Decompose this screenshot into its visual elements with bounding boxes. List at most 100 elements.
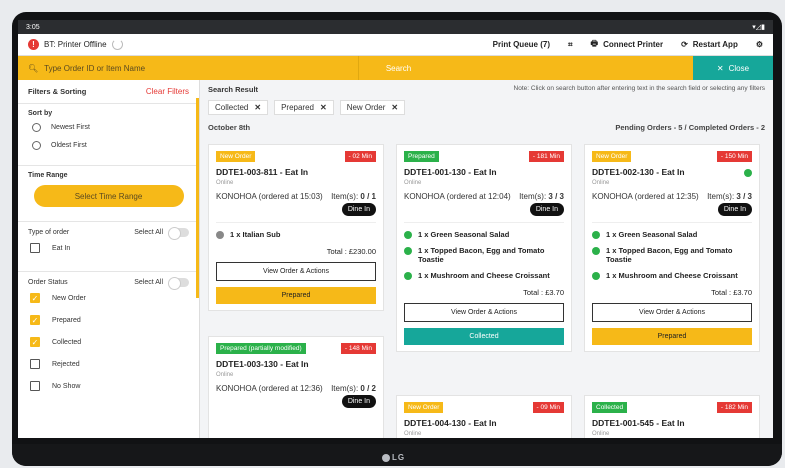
order-action-button[interactable]: Prepared (216, 287, 376, 304)
results-date-row: October 8th Pending Orders - 5 / Complet… (200, 121, 773, 134)
view-order-button[interactable]: View Order & Actions (216, 262, 376, 281)
check-circle-icon (216, 231, 224, 239)
printer-icon: 🖶 (590, 38, 599, 48)
time-range-section: Time Range Select Time Range (18, 165, 199, 221)
close-icon: ✕ (716, 63, 724, 73)
status-new-order-checkbox[interactable]: ✓ New Order (30, 293, 189, 303)
eat-in-checkbox[interactable]: Eat In (30, 243, 189, 253)
order-id: DDTE1-002-130 - Eat In (592, 167, 685, 177)
check-circle-icon (592, 272, 600, 280)
status-collected-checkbox[interactable]: ✓ Collected (30, 337, 189, 347)
printer-status: BT: Printer Offline (44, 40, 107, 49)
search-input[interactable]: 🔍︎ Type Order ID or Item Name (18, 56, 358, 80)
view-order-button[interactable]: View Order & Actions (592, 303, 752, 322)
customer-info: KONOHOA (ordered at 12:36) (216, 384, 323, 393)
select-time-range-button[interactable]: Select Time Range (33, 185, 184, 207)
print-queue-button[interactable]: Print Queue (7) (493, 40, 550, 49)
close-button[interactable]: ✕ Close (693, 56, 773, 80)
checkbox-checked-icon: ✓ (30, 315, 40, 325)
check-circle-icon (404, 231, 412, 239)
item-count-value: 0 / 2 (360, 384, 376, 393)
filters-header: Filters & Sorting Clear Filters (18, 80, 199, 103)
chip-close-icon[interactable]: ✕ (254, 103, 261, 112)
select-all-toggle[interactable] (168, 227, 189, 240)
dine-in-row: Dine In (216, 393, 376, 408)
eat-in-label: Eat In (52, 244, 71, 252)
chip-label: Collected (215, 103, 249, 112)
card-divider (404, 222, 564, 223)
order-card[interactable]: New Order - 02 Min DDTE1-003-811 - Eat I… (208, 144, 384, 311)
order-channel: Online (404, 431, 422, 437)
order-channel: Online (216, 180, 234, 186)
order-card[interactable]: Prepared (partially modified) - 148 Min … (208, 336, 384, 438)
status-badge: Prepared (404, 151, 439, 162)
filters-sidebar: Filters & Sorting Clear Filters Sort by … (18, 80, 200, 438)
settings-gear-icon[interactable]: ⚙ (756, 40, 763, 49)
check-circle-icon (404, 247, 412, 255)
app-header: ! BT: Printer Offline Print Queue (7) ⌗ … (18, 34, 773, 56)
order-card[interactable]: New Order - 150 Min DDTE1-002-130 - Eat … (584, 144, 760, 352)
item-count-label: Item(s): (331, 192, 359, 201)
customer-row: KONOHOA (ordered at 12:04) Item(s): 3 / … (404, 192, 564, 201)
brand-text: LG (392, 453, 406, 462)
card-badges: Collected - 182 Min (592, 402, 752, 413)
view-order-button[interactable]: View Order & Actions (404, 303, 564, 322)
order-card[interactable]: Collected - 182 Min DDTE1-001-545 - Eat … (584, 395, 760, 438)
chip-close-icon[interactable]: ✕ (391, 103, 398, 112)
customer-info: KONOHOA (ordered at 12:35) (592, 192, 699, 201)
scan-icon[interactable]: ⌗ (568, 40, 573, 50)
order-item: 1 x Green Seasonal Salad (404, 230, 564, 239)
restart-app-button[interactable]: ⟳ Restart App (681, 40, 738, 49)
item-count-value: 3 / 3 (548, 192, 564, 201)
chip-prepared[interactable]: Prepared ✕ (274, 100, 334, 115)
search-button[interactable]: Search (358, 56, 438, 80)
elapsed-time-badge: - 02 Min (344, 151, 376, 162)
radio-icon (32, 141, 41, 150)
dine-in-row: Dine In (592, 201, 752, 216)
sort-oldest-radio[interactable]: Oldest First (32, 141, 189, 150)
order-status-section: Order Status Select All ✓ New Order ✓ Prep… (18, 271, 199, 409)
brand-logo: LG (382, 453, 405, 462)
loading-spinner-icon (111, 39, 123, 50)
order-id: DDTE1-003-811 - Eat In (216, 167, 309, 177)
connect-printer-button[interactable]: 🖶 Connect Printer (591, 38, 664, 52)
select-all-toggle[interactable] (168, 277, 189, 290)
item-count-value: 0 / 1 (360, 192, 376, 201)
order-channel: Online (404, 180, 422, 186)
chip-new-order[interactable]: New Order ✕ (339, 100, 406, 115)
sort-newest-radio[interactable]: Newest First (32, 123, 189, 132)
chip-label: New Order (346, 103, 386, 112)
dine-in-badge: Dine In (529, 203, 564, 216)
item-count: Item(s): 3 / 3 (519, 192, 564, 201)
order-item-label: 1 x Topped Bacon, Egg and Tomato Toastie (606, 246, 733, 264)
status-rejected-checkbox[interactable]: Rejected (30, 359, 189, 369)
order-card[interactable]: Prepared - 181 Min DDTE1-001-130 - Eat I… (396, 144, 572, 352)
item-count-label: Item(s): (331, 384, 359, 393)
time-range-label: Time Range (28, 172, 68, 179)
status-no-show-checkbox[interactable]: No Show (30, 381, 189, 391)
tablet-bezel-bottom: LG (12, 444, 782, 466)
order-item: 1 x Mushroom and Cheese Croissant (404, 271, 564, 280)
chip-close-icon[interactable]: ✕ (320, 103, 327, 112)
item-count: Item(s): 3 / 3 (707, 192, 752, 201)
sidebar-scrollbar[interactable] (196, 98, 199, 298)
alert-icon: ! (28, 39, 39, 50)
elapsed-time-badge: - 182 Min (716, 402, 752, 413)
restart-icon: ⟳ (681, 40, 688, 49)
status-rejected-label: Rejected (52, 360, 80, 368)
results-title: Search Result (208, 85, 259, 94)
connect-printer-label: Connect Printer (603, 40, 664, 49)
card-divider (216, 222, 376, 223)
dine-in-row: Dine In (216, 201, 376, 216)
sort-label: Sort by (28, 110, 53, 117)
chip-collected[interactable]: Collected ✕ (208, 100, 269, 115)
order-card[interactable]: New Order - 09 Min DDTE1-004-130 - Eat I… (396, 395, 572, 438)
order-action-button[interactable]: Collected (404, 328, 564, 345)
order-status-select-all: Select All (134, 277, 189, 290)
restart-app-label: Restart App (692, 40, 738, 49)
customer-row: KONOHOA (ordered at 12:36) Item(s): 0 / … (216, 384, 376, 393)
order-action-button[interactable]: Prepared (592, 328, 752, 345)
clear-filters-button[interactable]: Clear Filters (146, 87, 189, 96)
status-prepared-checkbox[interactable]: ✓ Prepared (30, 315, 189, 325)
sort-newest-label: Newest First (51, 124, 90, 131)
